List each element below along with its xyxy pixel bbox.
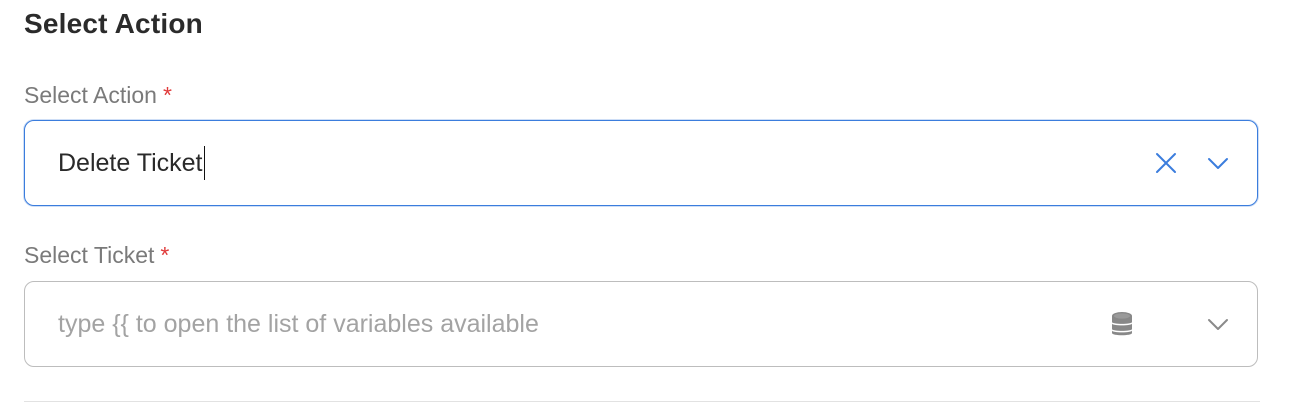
select-ticket-label-text: Select Ticket [24, 242, 155, 268]
required-marker: * [162, 82, 172, 108]
required-marker: * [160, 242, 170, 268]
text-cursor [203, 146, 206, 180]
section-title: Select Action [24, 8, 203, 39]
database-icon[interactable] [1107, 309, 1137, 339]
select-action-label-text: Select Action [24, 82, 157, 108]
select-action-label: Select Action * [24, 82, 172, 109]
chevron-down-icon[interactable] [1203, 148, 1233, 178]
clear-icon[interactable] [1151, 148, 1181, 178]
select-action-value-text: Delete Ticket [58, 148, 203, 177]
select-action-dropdown[interactable]: Delete Ticket [24, 120, 1258, 206]
divider [24, 401, 1260, 402]
select-ticket-label: Select Ticket * [24, 242, 169, 269]
chevron-down-icon[interactable] [1203, 309, 1233, 339]
select-action-value[interactable]: Delete Ticket [58, 146, 206, 180]
select-ticket-dropdown[interactable]: type {{ to open the list of variables av… [24, 281, 1258, 367]
select-ticket-placeholder[interactable]: type {{ to open the list of variables av… [58, 310, 539, 339]
